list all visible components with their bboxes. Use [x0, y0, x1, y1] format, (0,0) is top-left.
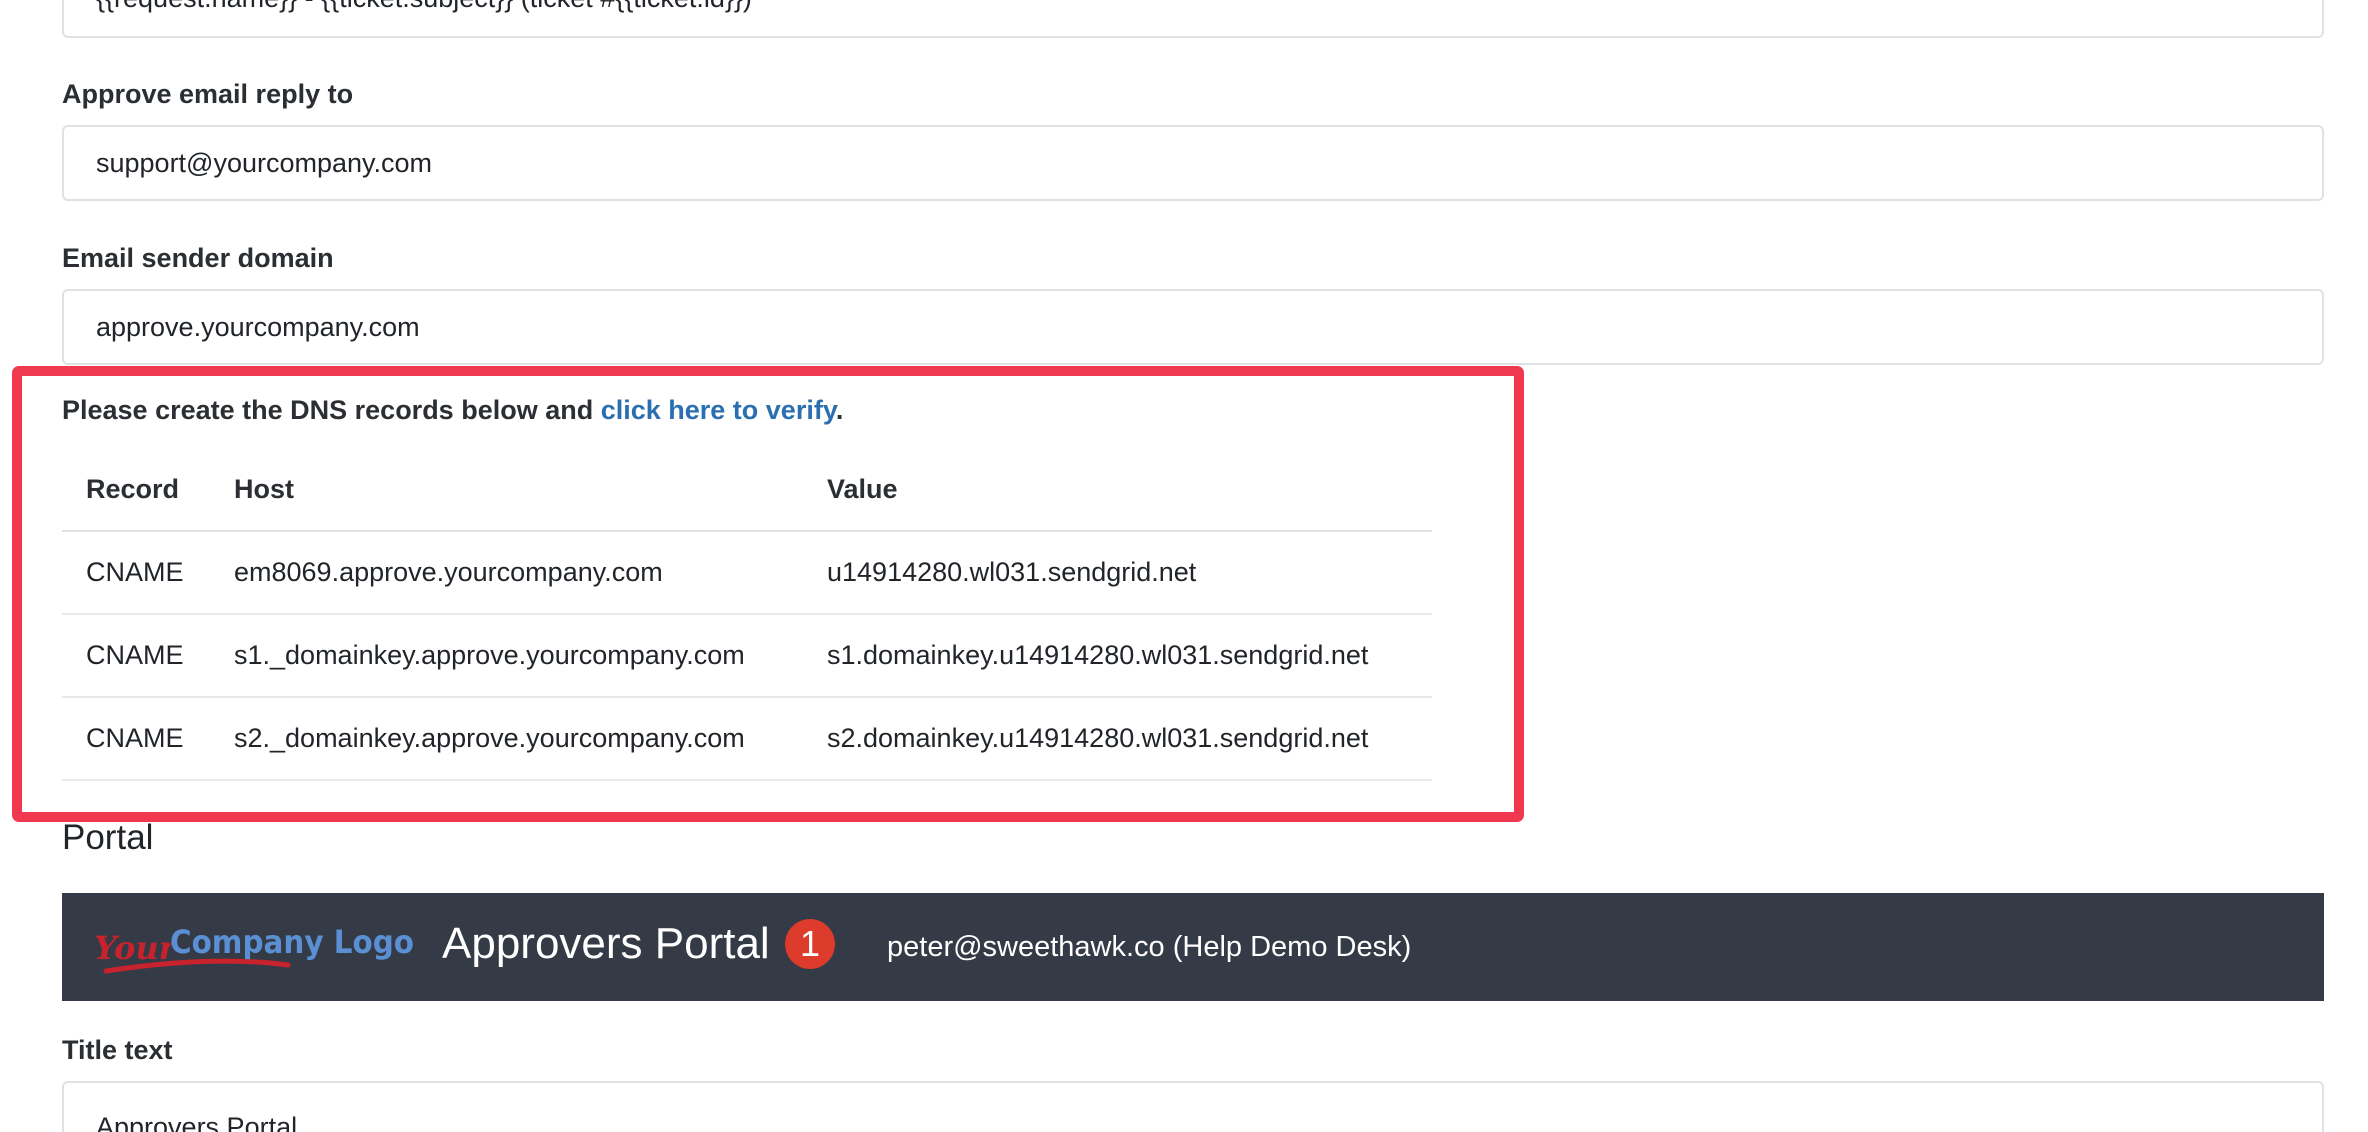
- host-cell: s1._domainkey.approve.yourcompany.com: [210, 614, 803, 698]
- verify-dns-link[interactable]: click here to verify: [601, 395, 836, 425]
- svg-text:Company Logo: Company Logo: [170, 923, 414, 961]
- notification-badge[interactable]: 1: [785, 919, 835, 969]
- request-subject-template-input[interactable]: {{request.name}} - {{ticket.subject}} (t…: [62, 0, 2324, 38]
- column-header-value: Value: [803, 448, 1432, 532]
- title-text-input[interactable]: Approvers Portal: [62, 1081, 2324, 1132]
- reply-to-input[interactable]: support@yourcompany.com: [62, 125, 2324, 201]
- column-header-host: Host: [210, 448, 803, 532]
- portal-preview-bar: Your Company Logo Approvers Portal 1 pet…: [62, 893, 2324, 1001]
- value-cell: s2.domainkey.u14914280.wl031.sendgrid.ne…: [803, 697, 1432, 781]
- title-text-value: Approvers Portal: [96, 1111, 298, 1132]
- company-logo: Your Company Logo: [94, 923, 414, 974]
- portal-section-heading: Portal: [62, 818, 154, 857]
- dns-intro-period: .: [835, 395, 844, 425]
- column-header-record: Record: [62, 448, 210, 532]
- host-cell: s2._domainkey.approve.yourcompany.com: [210, 697, 803, 781]
- svg-text:Your: Your: [94, 929, 178, 967]
- portal-user-info[interactable]: peter@sweethawk.co (Help Demo Desk): [887, 931, 1411, 964]
- record-type-cell: CNAME: [62, 614, 210, 698]
- sender-domain-label: Email sender domain: [62, 243, 334, 273]
- table-row: CNAME em8069.approve.yourcompany.com u14…: [62, 531, 1432, 615]
- record-type-cell: CNAME: [62, 697, 210, 781]
- portal-title: Approvers Portal: [442, 919, 770, 968]
- value-cell: u14914280.wl031.sendgrid.net: [803, 531, 1432, 615]
- request-subject-template-value: {{request.name}} - {{ticket.subject}} (t…: [96, 0, 752, 14]
- sender-domain-value: approve.yourcompany.com: [96, 311, 420, 342]
- title-text-label: Title text: [62, 1035, 173, 1065]
- reply-to-value: support@yourcompany.com: [96, 147, 433, 178]
- record-type-cell: CNAME: [62, 531, 210, 615]
- dns-instructions: Please create the DNS records below and …: [62, 395, 843, 426]
- dns-records-table: Record Host Value CNAME em8069.approve.y…: [62, 448, 1432, 781]
- value-cell: s1.domainkey.u14914280.wl031.sendgrid.ne…: [803, 614, 1432, 698]
- reply-to-label: Approve email reply to: [62, 79, 354, 109]
- sender-domain-input[interactable]: approve.yourcompany.com: [62, 289, 2324, 365]
- table-row: CNAME s2._domainkey.approve.yourcompany.…: [62, 697, 1432, 781]
- table-header-row: Record Host Value: [62, 448, 1432, 532]
- table-row: CNAME s1._domainkey.approve.yourcompany.…: [62, 614, 1432, 698]
- dns-intro-text: Please create the DNS records below and: [62, 395, 601, 425]
- host-cell: em8069.approve.yourcompany.com: [210, 531, 803, 615]
